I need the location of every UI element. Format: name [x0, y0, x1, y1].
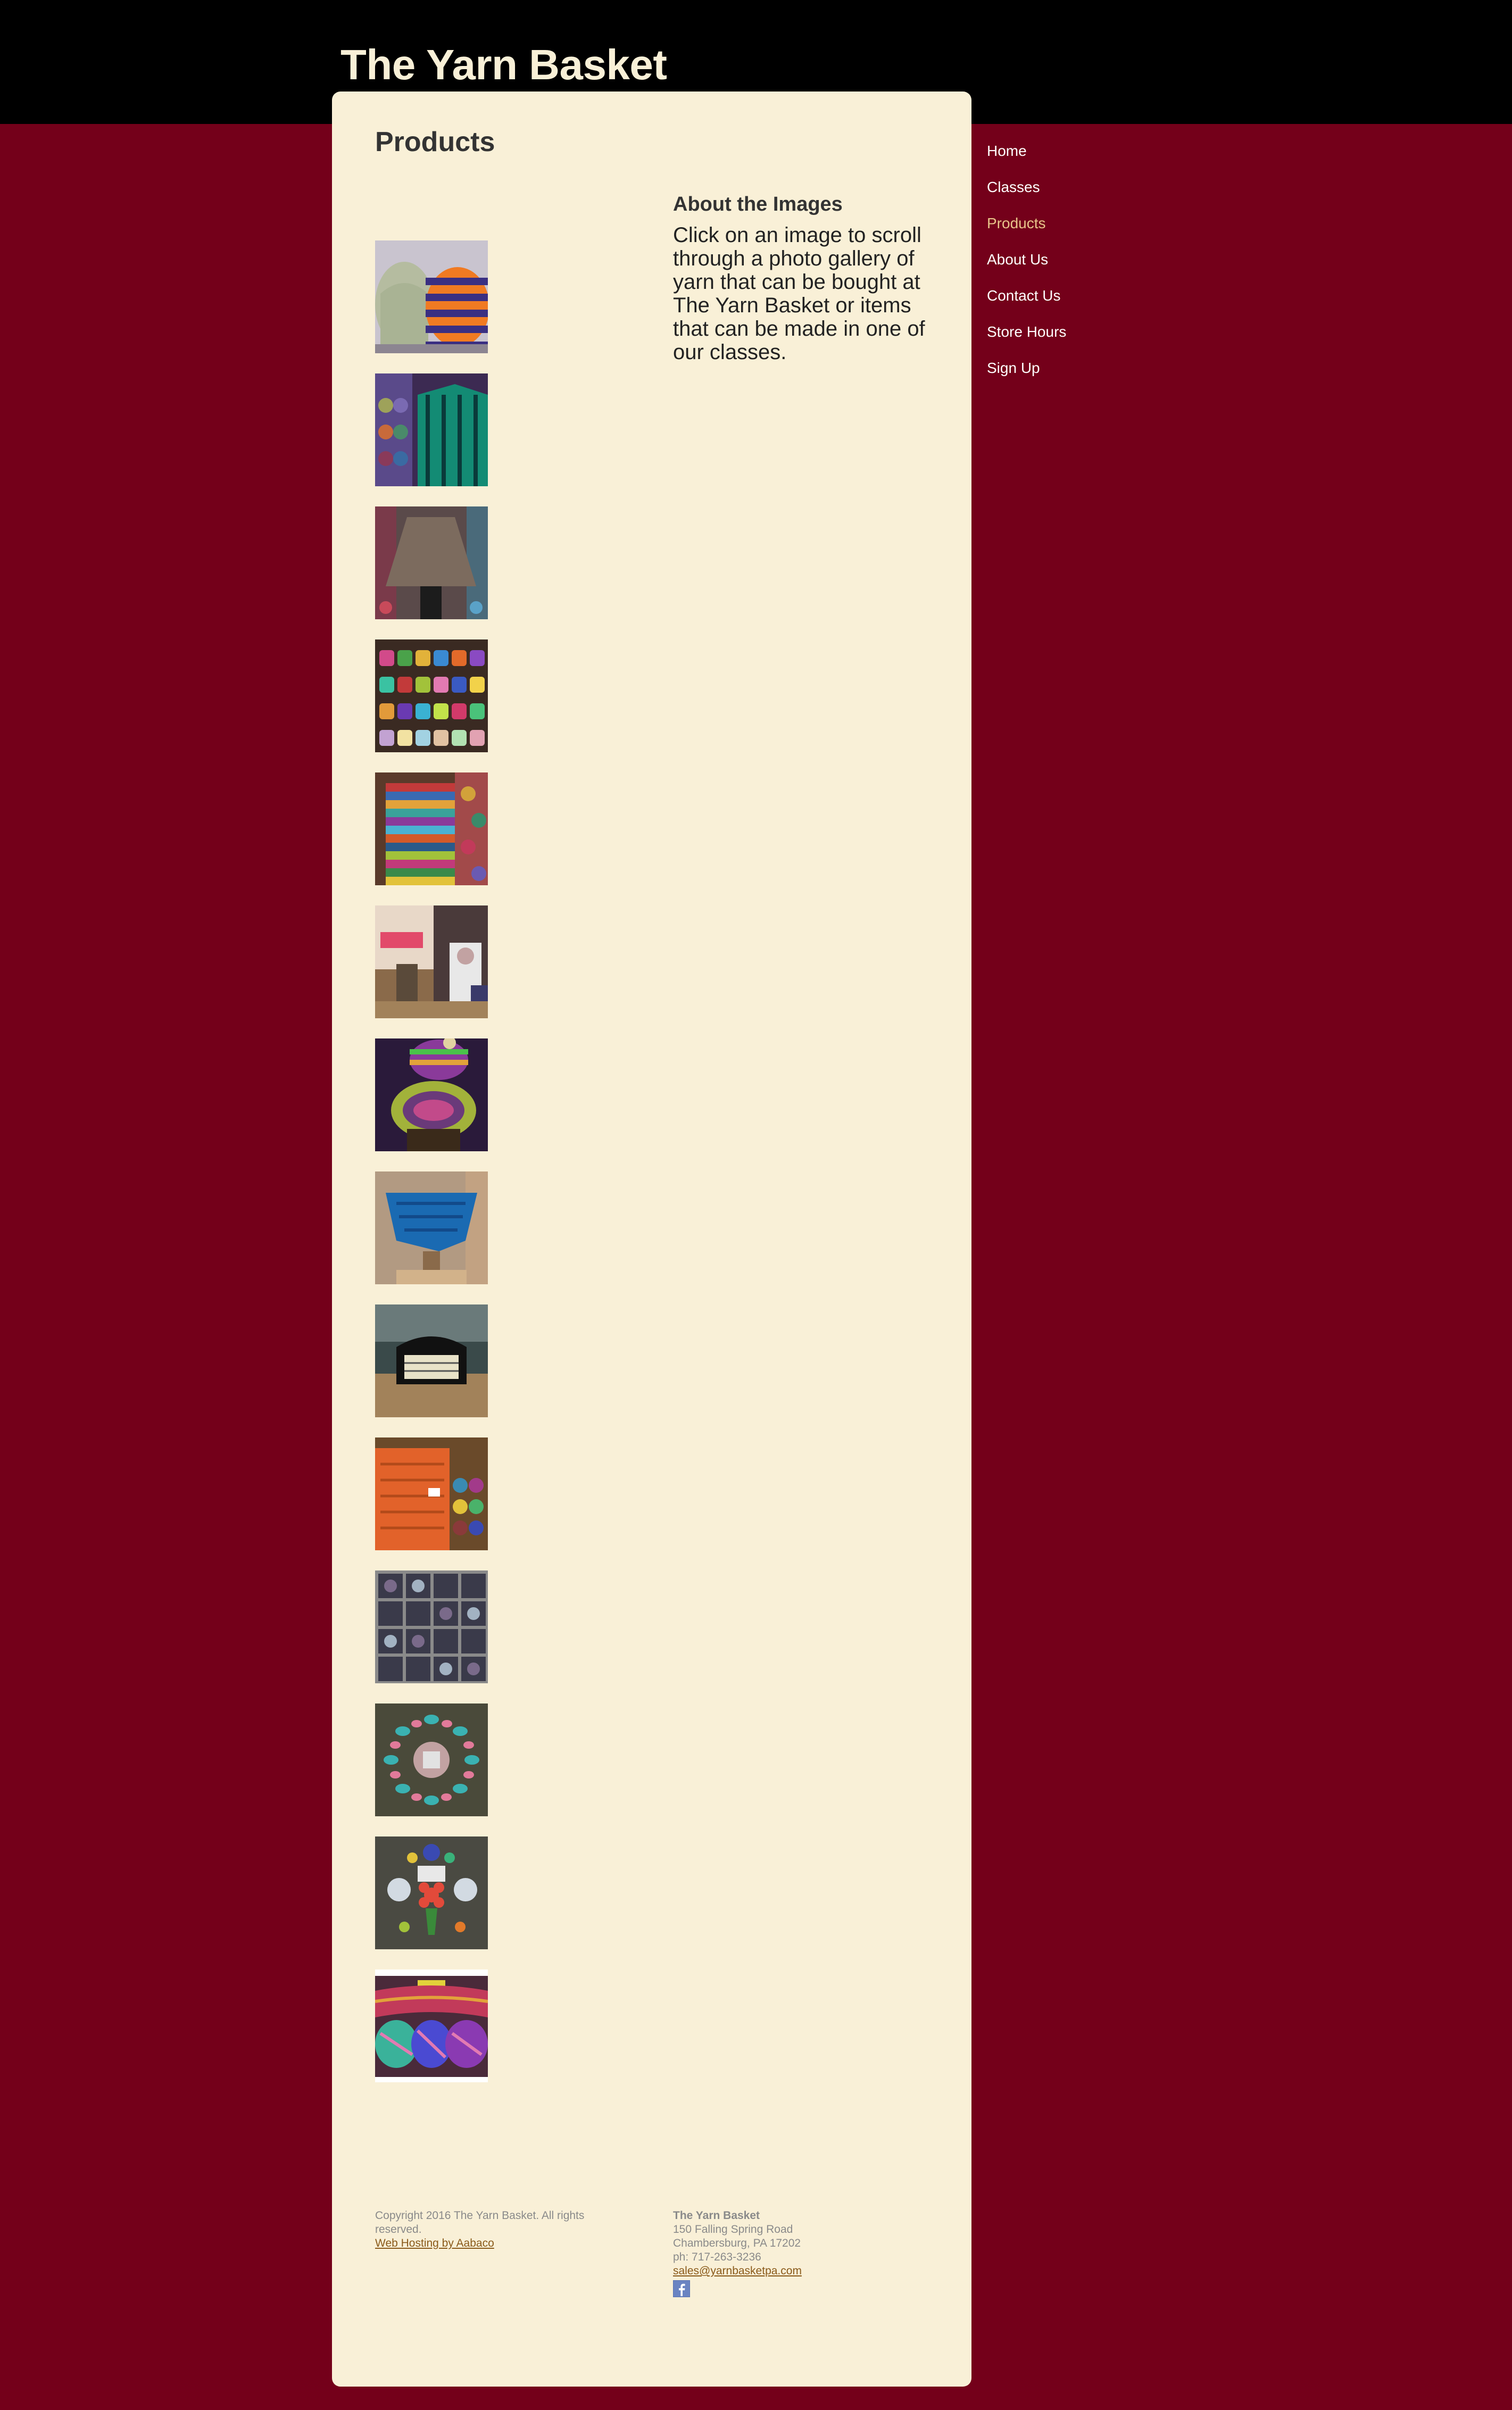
- nav-item-classes[interactable]: Classes: [987, 176, 1147, 212]
- nav-item-products[interactable]: Products: [987, 212, 1147, 248]
- nav-item-store-hours[interactable]: Store Hours: [987, 320, 1147, 356]
- about-images-heading: About the Images: [673, 193, 843, 215]
- phone-number: ph: 717-263-3236: [673, 2251, 761, 2263]
- gallery-thumbnail-knitting-bag[interactable]: [375, 1304, 488, 1417]
- gallery-thumbnail-hat-and-cowl[interactable]: [375, 1038, 488, 1151]
- about-images-text: Click on an image to scroll through a ph…: [673, 223, 925, 364]
- gallery-thumbnail-knit-flowers[interactable]: [375, 1836, 488, 1949]
- gallery-thumbnail-blue-shawl[interactable]: [375, 1171, 488, 1284]
- gallery-thumbnail-multicolor-skeins[interactable]: [375, 1969, 488, 2082]
- copyright-text: Copyright 2016 The Yarn Basket. All righ…: [375, 2209, 585, 2236]
- gallery-thumbnail-yarn-cubbies[interactable]: [375, 1570, 488, 1683]
- blue-shawl-image: [375, 1171, 488, 1284]
- email-link[interactable]: sales@yarnbasketpa.com: [673, 2265, 802, 2277]
- orange-shawl-image: [375, 1437, 488, 1550]
- address-line-2: Chambersburg, PA 17202: [673, 2237, 801, 2249]
- knit-flowers-image: [375, 1836, 488, 1949]
- multicolor-skeins-image: [375, 1969, 488, 2082]
- site-title[interactable]: The Yarn Basket: [340, 38, 667, 92]
- yarn-cubbies-image: [375, 1570, 488, 1683]
- gallery-thumbnail-katia-display[interactable]: [375, 905, 488, 1018]
- business-name: The Yarn Basket: [673, 2209, 760, 2222]
- gallery-thumbnail-knit-spiral[interactable]: [375, 1703, 488, 1816]
- gallery-thumbnail-yarn-shelves-sweater[interactable]: [375, 373, 488, 486]
- knitting-bag-image: [375, 1304, 488, 1417]
- gallery-thumbnail-knit-hats[interactable]: [375, 240, 488, 353]
- gray-poncho-image: [375, 506, 488, 619]
- katia-display-image: [375, 905, 488, 1018]
- nav-item-contact-us[interactable]: Contact Us: [987, 284, 1147, 320]
- facebook-icon[interactable]: [673, 2280, 690, 2297]
- yarn-wall-image: [375, 639, 488, 752]
- footer-left: Copyright 2016 The Yarn Basket. All righ…: [375, 2209, 630, 2250]
- address-line-1: 150 Falling Spring Road: [673, 2223, 793, 2236]
- main-nav: Home Classes Products About Us Contact U…: [987, 139, 1147, 393]
- gallery-thumbnail-gray-poncho[interactable]: [375, 506, 488, 619]
- page-title: Products: [375, 127, 495, 157]
- hat-and-cowl-image: [375, 1038, 488, 1151]
- footer-contact: The Yarn Basket 150 Falling Spring Road …: [673, 2209, 928, 2301]
- gallery-thumbnail-orange-shawl[interactable]: [375, 1437, 488, 1550]
- nav-item-sign-up[interactable]: Sign Up: [987, 356, 1147, 393]
- knit-hats-image: [375, 240, 488, 353]
- knit-spiral-image: [375, 1703, 488, 1816]
- nav-item-about-us[interactable]: About Us: [987, 248, 1147, 284]
- gallery-thumbnail-striped-sweater[interactable]: [375, 772, 488, 885]
- web-hosting-link[interactable]: Web Hosting by Aabaco: [375, 2237, 494, 2249]
- gallery-thumbnail-yarn-wall[interactable]: [375, 639, 488, 752]
- striped-sweater-image: [375, 772, 488, 885]
- yarn-shelves-sweater-image: [375, 373, 488, 486]
- nav-item-home[interactable]: Home: [987, 139, 1147, 176]
